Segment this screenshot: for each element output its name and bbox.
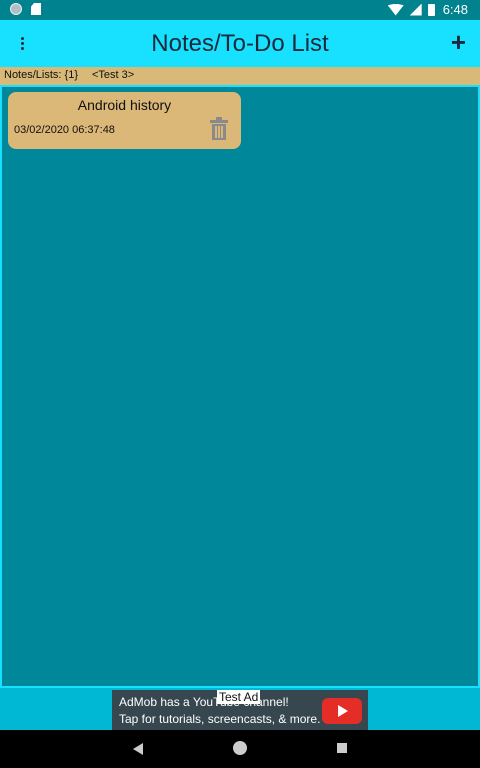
current-list-name: <Test 3> [92,69,135,81]
wifi-icon [387,3,404,16]
note-card[interactable]: Android history 03/02/2020 06:37:48 [8,92,241,149]
cell-signal-icon [409,3,422,16]
note-date: 03/02/2020 06:37:48 [14,124,115,136]
status-right-icons: 6:48 [387,2,468,17]
sd-card-icon [31,3,41,15]
home-icon[interactable] [233,741,247,755]
add-note-button[interactable]: + [451,28,466,56]
recents-icon[interactable] [337,743,347,753]
status-time: 6:48 [442,2,468,17]
page-title: Notes/To-Do List [151,30,329,57]
test-ad-label: Test Ad [217,690,261,704]
ad-body: Tap for tutorials, screencasts, & more. [119,712,321,726]
notification-dot-icon [10,3,22,15]
ad-area: AdMob has a YouTube channel! Tap for tut… [0,688,480,730]
status-bar: 6:48 [0,0,480,20]
app-bar: Notes/To-Do List + [0,20,480,67]
ad-headline: AdMob has a YouTube channel! [119,695,289,709]
battery-icon [427,3,435,16]
trash-icon[interactable] [208,117,230,141]
info-bar: Notes/Lists: {1} <Test 3> [0,67,480,85]
status-left-icons [10,3,41,15]
notes-list[interactable]: Android history 03/02/2020 06:37:48 [0,85,480,688]
youtube-play-icon[interactable] [322,698,362,724]
back-icon[interactable] [133,743,143,755]
note-title: Android history [77,97,172,113]
notes-count: Notes/Lists: {1} [4,69,78,81]
ad-banner[interactable]: AdMob has a YouTube channel! Tap for tut… [112,690,368,730]
navigation-bar [0,730,480,768]
